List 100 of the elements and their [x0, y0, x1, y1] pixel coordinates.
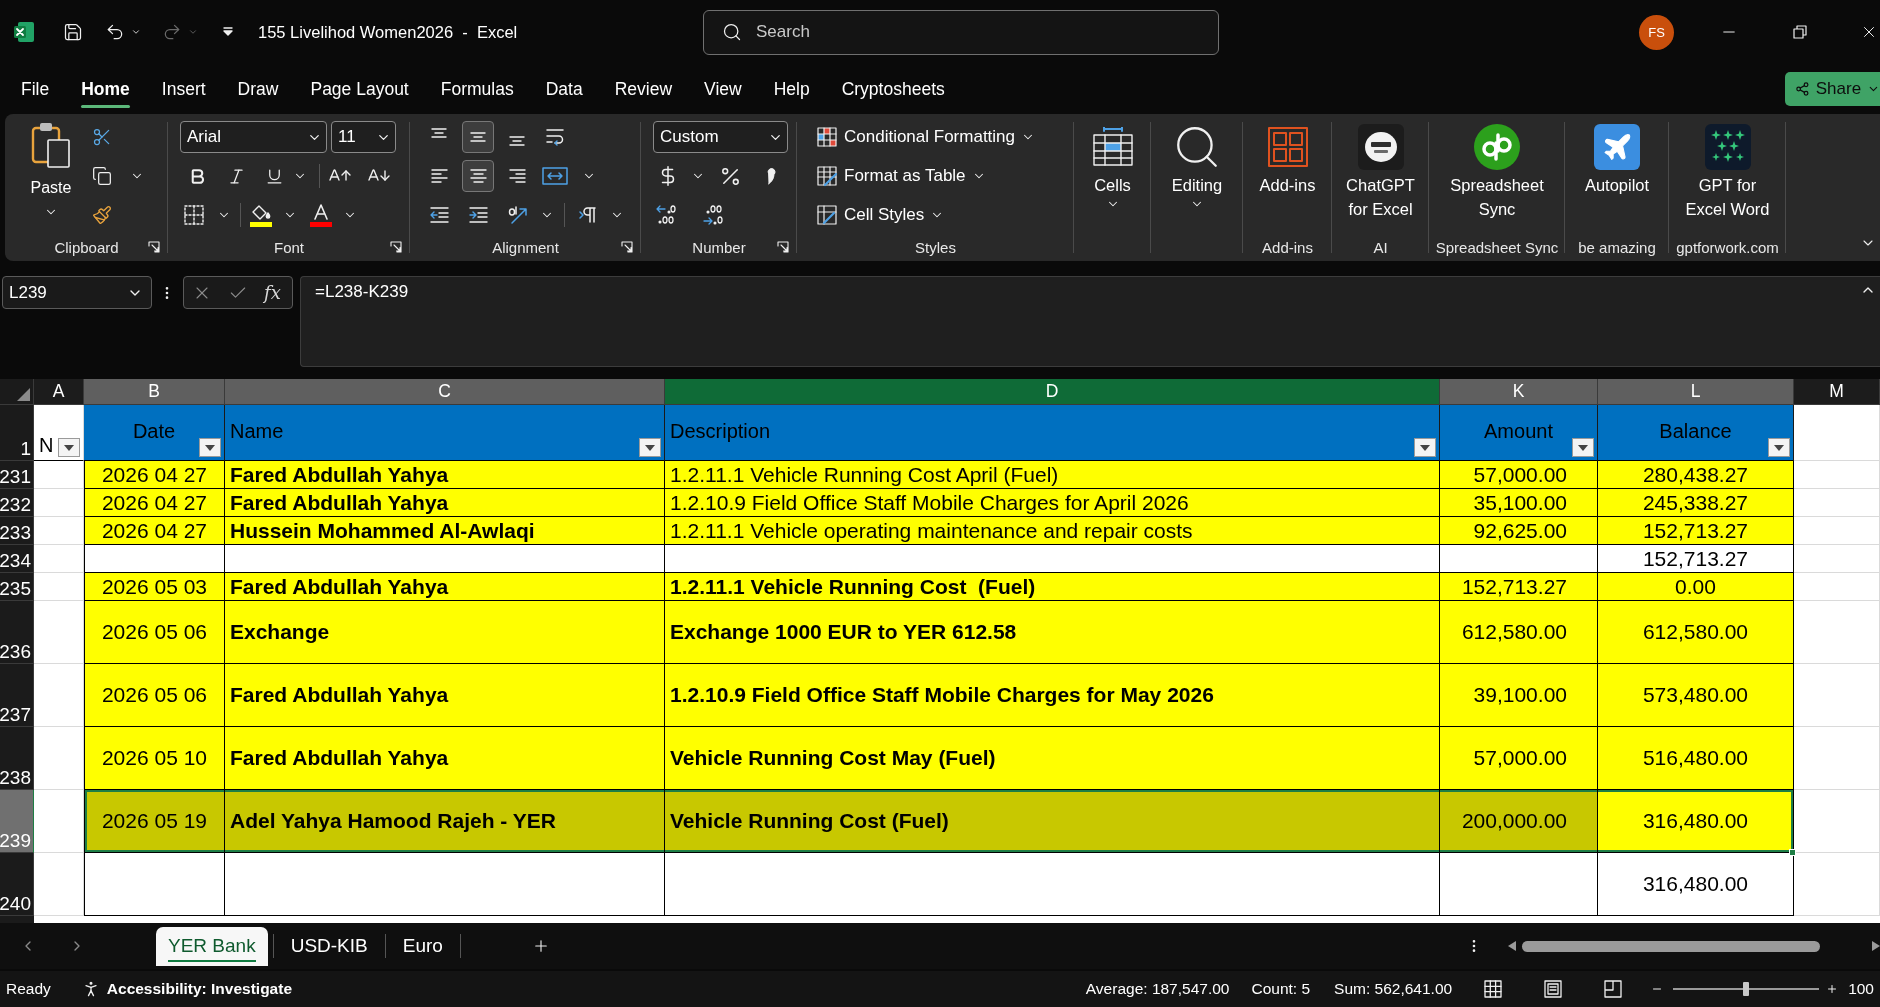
left-arrow-icon[interactable] [1508, 941, 1516, 951]
zoom-percentage[interactable]: 100 [1848, 980, 1874, 998]
column-header[interactable]: D [665, 379, 1440, 405]
column-header[interactable]: C [225, 379, 665, 405]
font-name-dropdown[interactable]: Arial [180, 121, 327, 153]
dialog-launcher-icon[interactable] [390, 241, 402, 253]
font-size-dropdown[interactable]: 11 [331, 121, 396, 153]
sheet-tab[interactable]: YER Bank [156, 926, 268, 966]
user-avatar[interactable]: FS [1639, 14, 1674, 50]
row-header[interactable]: 240 [0, 853, 34, 916]
menu-tab[interactable]: File [5, 70, 66, 108]
ribbon-button[interactable]: GPT for Excel Word [1669, 121, 1786, 221]
formula-field[interactable]: =L238-K239 [300, 276, 1880, 367]
customize-caret-icon[interactable] [222, 27, 234, 37]
styles-button[interactable]: Format as Table [816, 160, 986, 192]
insert-function-button[interactable]: fx [264, 282, 281, 303]
menu-tab[interactable]: Draw [221, 70, 295, 108]
dialog-launcher-icon[interactable] [148, 241, 160, 253]
menu-tab[interactable]: Home [65, 70, 146, 108]
menu-tab[interactable]: Data [529, 70, 599, 108]
paste-button[interactable]: Paste [23, 121, 79, 219]
menu-tab[interactable]: Page Layout [294, 70, 425, 108]
fill-color-icon[interactable] [249, 203, 273, 227]
name-box[interactable]: L239 [2, 276, 152, 309]
borders-icon[interactable] [183, 204, 205, 226]
column-header[interactable]: K [1440, 379, 1598, 405]
sheet-tab[interactable]: Euro [390, 926, 455, 966]
chevron-down-icon[interactable] [131, 27, 141, 37]
filter-button[interactable] [1768, 438, 1790, 457]
restore-icon[interactable] [1792, 24, 1808, 40]
row-header[interactable]: 233 [0, 517, 34, 545]
accessibility-status[interactable]: Accessibility: Investigate [106, 980, 293, 998]
number-format-dropdown[interactable]: Custom [653, 121, 788, 153]
select-all-triangle-icon[interactable] [17, 388, 30, 401]
cell-styles-icon [816, 204, 838, 226]
ribbon-button[interactable]: Autopilot [1565, 121, 1669, 197]
vertical-align-button[interactable] [462, 121, 494, 153]
zoom-in-icon[interactable] [1826, 983, 1839, 995]
wrap-text-icon[interactable] [544, 126, 566, 148]
normal-view-icon[interactable] [1483, 979, 1504, 999]
menu-tab[interactable]: Cryptosheets [825, 70, 961, 108]
row-header[interactable]: 236 [0, 601, 34, 664]
search-field[interactable]: Search [703, 9, 1219, 55]
ribbon-button[interactable]: Spreadsheet Sync [1429, 121, 1565, 221]
menu-tab[interactable]: Help [757, 70, 826, 108]
font-color-icon[interactable] [309, 203, 333, 227]
row-header[interactable]: 239 [0, 790, 34, 853]
horizontal-align-button[interactable] [462, 160, 494, 192]
zoom-slider-track[interactable] [1673, 982, 1820, 996]
paintbrush-icon[interactable] [92, 205, 112, 225]
filter-button[interactable] [58, 438, 80, 457]
row-header[interactable]: 235 [0, 573, 34, 601]
page-break-icon[interactable] [1603, 979, 1624, 999]
ribbon-button[interactable]: ChatGPT for Excel [1332, 121, 1429, 221]
zoom-slider-thumb[interactable] [1743, 982, 1750, 996]
sheet-tab[interactable]: USD-KIB [278, 926, 380, 966]
filter-button[interactable] [1572, 438, 1594, 457]
share-button[interactable]: Share [1785, 72, 1880, 106]
save-icon[interactable] [63, 22, 83, 42]
decrease-indent-icon[interactable] [428, 205, 450, 225]
share-icon [1795, 81, 1810, 97]
conditional-formatting-icon [816, 126, 838, 148]
menu-tab[interactable]: Insert [145, 70, 222, 108]
ribbon-button[interactable]: Editing [1151, 121, 1243, 211]
fill-handle[interactable] [1789, 849, 1796, 856]
menu-tab[interactable]: Formulas [424, 70, 530, 108]
column-header[interactable]: A [34, 379, 84, 405]
filter-button[interactable] [639, 438, 661, 457]
increase-indent-icon[interactable] [467, 205, 489, 225]
page-layout-icon[interactable] [1543, 979, 1564, 999]
column-header[interactable]: L [1598, 379, 1794, 405]
right-arrow-icon[interactable] [1872, 941, 1880, 951]
merge-center-icon[interactable] [542, 166, 568, 186]
row-header[interactable]: 1 [0, 405, 34, 461]
styles-button[interactable]: Cell Styles [816, 199, 945, 231]
comma-style-icon[interactable] [765, 166, 777, 186]
dialog-launcher-icon[interactable] [621, 241, 633, 253]
row-header[interactable]: 234 [0, 545, 34, 573]
styles-button[interactable]: Conditional Formatting [816, 121, 1036, 153]
text-orientation-icon[interactable] [506, 204, 530, 226]
filter-button[interactable] [199, 438, 221, 457]
menu-tab[interactable]: View [688, 70, 758, 108]
filter-button[interactable] [1414, 438, 1436, 457]
menu-tab[interactable]: Review [598, 70, 689, 108]
dialog-launcher-icon[interactable] [777, 241, 789, 253]
row-header[interactable]: 237 [0, 664, 34, 727]
scrollbar-thumb[interactable] [1522, 940, 1820, 952]
copy-icon[interactable] [92, 166, 112, 186]
undo-icon[interactable] [105, 22, 125, 42]
ribbon-button[interactable]: Cells [1074, 121, 1151, 211]
table-cell: 152,713.27 [1440, 573, 1598, 601]
row-header[interactable]: 231 [0, 461, 34, 489]
row-header[interactable]: 238 [0, 727, 34, 790]
scissors-icon[interactable] [92, 127, 112, 147]
table-cell: 516,480.00 [1598, 727, 1794, 790]
column-header[interactable]: B [84, 379, 225, 405]
column-header[interactable]: M [1794, 379, 1880, 405]
row-header[interactable]: 232 [0, 489, 34, 517]
table-cell: 152,713.27 [1598, 517, 1794, 545]
ribbon-button[interactable]: Add-ins [1243, 121, 1332, 197]
